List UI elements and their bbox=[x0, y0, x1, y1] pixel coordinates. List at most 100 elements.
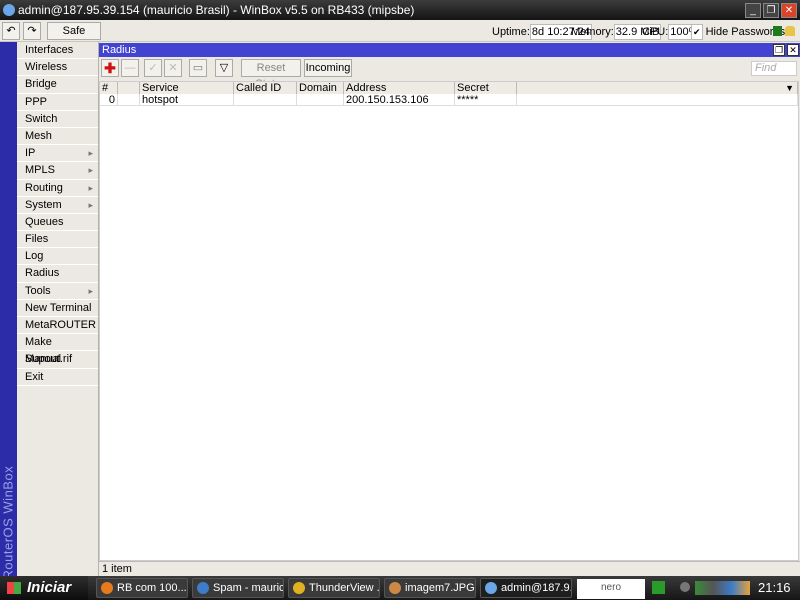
winbox-logo-icon bbox=[3, 4, 15, 16]
enable-button[interactable]: ✓ bbox=[144, 59, 162, 77]
app-icon bbox=[389, 582, 401, 594]
tray-expand-icon[interactable] bbox=[680, 582, 690, 592]
connection-indicator-icon bbox=[773, 26, 782, 36]
close-radius-button[interactable]: ✕ bbox=[787, 44, 799, 56]
sidebar-item-mesh[interactable]: Mesh bbox=[17, 128, 98, 146]
hide-passwords-checkbox[interactable]: ✔ Hide Passwords bbox=[691, 24, 785, 40]
cell-address: 200.150.153.106 bbox=[344, 94, 455, 106]
nero-logo[interactable]: nero bbox=[577, 579, 645, 599]
remove-button[interactable]: — bbox=[121, 59, 139, 77]
sidebar-item-label: Interfaces bbox=[25, 44, 74, 56]
comment-icon: ▭ bbox=[192, 62, 204, 74]
minimize-button[interactable]: _ bbox=[745, 3, 761, 18]
redo-icon: ↷ bbox=[27, 25, 37, 37]
brand-strip: RouterOS WinBox bbox=[0, 42, 17, 580]
sidebar-item-label: Exit bbox=[25, 370, 44, 383]
sidebar-item-radius[interactable]: Radius bbox=[17, 265, 98, 283]
sidebar-item-files[interactable]: Files bbox=[17, 231, 98, 249]
redo-button[interactable]: ↷ bbox=[23, 22, 41, 40]
sidebar-item-make-supout-rif[interactable]: Make Supout.rif bbox=[17, 334, 98, 365]
sidebar-item-bridge[interactable]: Bridge bbox=[17, 76, 98, 94]
sidebar-item-ppp[interactable]: PPP bbox=[17, 94, 98, 111]
close-button[interactable]: ✕ bbox=[781, 3, 797, 18]
sidebar-item-label: Tools bbox=[25, 284, 51, 297]
column-header[interactable]: Secret bbox=[455, 82, 517, 94]
taskbar-item[interactable]: admin@187.9... bbox=[480, 578, 572, 598]
sidebar-item-new-terminal[interactable]: New Terminal bbox=[17, 300, 98, 317]
sidebar-item-interfaces[interactable]: Interfaces bbox=[17, 42, 98, 60]
sidebar-item-label: System bbox=[25, 198, 62, 211]
minus-icon: — bbox=[124, 62, 136, 74]
column-header[interactable]: Domain bbox=[297, 82, 344, 94]
arrow-icon[interactable] bbox=[652, 581, 665, 594]
sidebar-item-label: Bridge bbox=[25, 78, 57, 91]
clock: 21:16 bbox=[758, 580, 791, 595]
column-header[interactable] bbox=[118, 82, 140, 94]
sidebar-item-manual[interactable]: Manual bbox=[17, 351, 98, 369]
taskbar-item[interactable]: RB com 100... bbox=[96, 578, 188, 598]
submenu-arrow-icon: ▸ bbox=[88, 182, 93, 193]
brand-label: RouterOS WinBox bbox=[0, 465, 16, 580]
filter-button[interactable]: ▽ bbox=[215, 59, 233, 77]
column-header[interactable]: # bbox=[100, 82, 118, 94]
find-input[interactable]: Find bbox=[751, 61, 797, 76]
radius-toolbar: ✚ — ✓ ✕ ▭ ▽ Reset Status Incoming bbox=[99, 57, 800, 90]
taskbar-item[interactable]: imagem7.JPG ... bbox=[384, 578, 476, 598]
sidebar-item-label: Switch bbox=[25, 112, 58, 125]
column-header[interactable]: Service bbox=[140, 82, 234, 94]
submenu-arrow-icon: ▸ bbox=[88, 285, 93, 296]
incoming-button[interactable]: Incoming bbox=[304, 59, 352, 77]
sidebar-item-label: Wireless bbox=[25, 61, 68, 74]
sidebar-item-wireless[interactable]: Wireless bbox=[17, 59, 98, 77]
plus-icon: ✚ bbox=[104, 60, 116, 76]
sidebar-item-exit[interactable]: Exit bbox=[17, 369, 98, 386]
check-icon: ✓ bbox=[148, 62, 158, 74]
sidebar-item-log[interactable]: Log bbox=[17, 248, 98, 266]
sidebar-item-label: Radius bbox=[25, 267, 60, 280]
sidebar-item-system[interactable]: System ▸ bbox=[17, 197, 98, 214]
submenu-arrow-icon: ▸ bbox=[88, 148, 93, 159]
sidebar-item-label: Routing bbox=[25, 181, 63, 194]
column-chooser-button[interactable]: ▼ bbox=[517, 82, 798, 94]
maximize-radius-button[interactable]: ❐ bbox=[773, 44, 785, 56]
add-button[interactable]: ✚ bbox=[101, 59, 119, 77]
sidebar-item-label: IP bbox=[25, 147, 36, 160]
sidebar-item-label: Log bbox=[25, 250, 44, 263]
undo-icon: ↶ bbox=[6, 25, 16, 37]
safe-mode-button[interactable]: Safe Mode bbox=[47, 22, 101, 53]
taskbar-item[interactable]: Spam - mauric... bbox=[192, 578, 284, 598]
cell-domain bbox=[297, 94, 344, 106]
radius-title: Radius bbox=[102, 44, 137, 56]
comment-button[interactable]: ▭ bbox=[189, 59, 207, 77]
window-title: admin@187.95.39.154 (mauricio Brasil) - … bbox=[18, 3, 415, 17]
cell-num: 0 bbox=[100, 94, 118, 106]
undo-button[interactable]: ↶ bbox=[2, 22, 20, 40]
start-button[interactable]: Iniciar bbox=[0, 576, 88, 600]
sidebar-item-tools[interactable]: Tools ▸ bbox=[17, 283, 98, 300]
check-icon: ✔ bbox=[691, 24, 703, 40]
tray-icons[interactable] bbox=[695, 581, 750, 595]
sidebar-item-switch[interactable]: Switch bbox=[17, 111, 98, 128]
sidebar-item-mpls[interactable]: MPLS ▸ bbox=[17, 162, 98, 180]
sidebar-item-label: PPP bbox=[25, 95, 48, 108]
taskbar-item[interactable]: ThunderView ... bbox=[288, 578, 380, 598]
status-bar: 1 item bbox=[99, 561, 800, 576]
disable-button[interactable]: ✕ bbox=[164, 59, 182, 77]
reset-status-button[interactable]: Reset Status bbox=[241, 59, 301, 90]
lock-icon bbox=[785, 26, 795, 36]
sidebar-item-label: Queues bbox=[25, 215, 64, 228]
sidebar-item-ip[interactable]: IP ▸ bbox=[17, 145, 98, 163]
sidebar-item-label: MPLS bbox=[25, 164, 55, 177]
cell-flag bbox=[118, 94, 140, 106]
sidebar-item-queues[interactable]: Queues bbox=[17, 214, 98, 232]
taskbar-item-label: RB com 100... bbox=[117, 582, 187, 594]
sidebar-item-metarouter[interactable]: MetaROUTER bbox=[17, 317, 98, 335]
sidebar-menu: Interfaces Wireless Bridge PPP Switch Mesh IP ▸… bbox=[17, 42, 99, 576]
restore-button[interactable]: ❐ bbox=[763, 3, 779, 18]
submenu-arrow-icon: ▸ bbox=[88, 165, 93, 176]
column-header[interactable]: Address bbox=[344, 82, 455, 94]
taskbar-item-label: imagem7.JPG ... bbox=[405, 582, 475, 594]
windows-logo-icon bbox=[7, 582, 21, 594]
column-header[interactable]: Called ID bbox=[234, 82, 297, 94]
sidebar-item-routing[interactable]: Routing ▸ bbox=[17, 180, 98, 197]
